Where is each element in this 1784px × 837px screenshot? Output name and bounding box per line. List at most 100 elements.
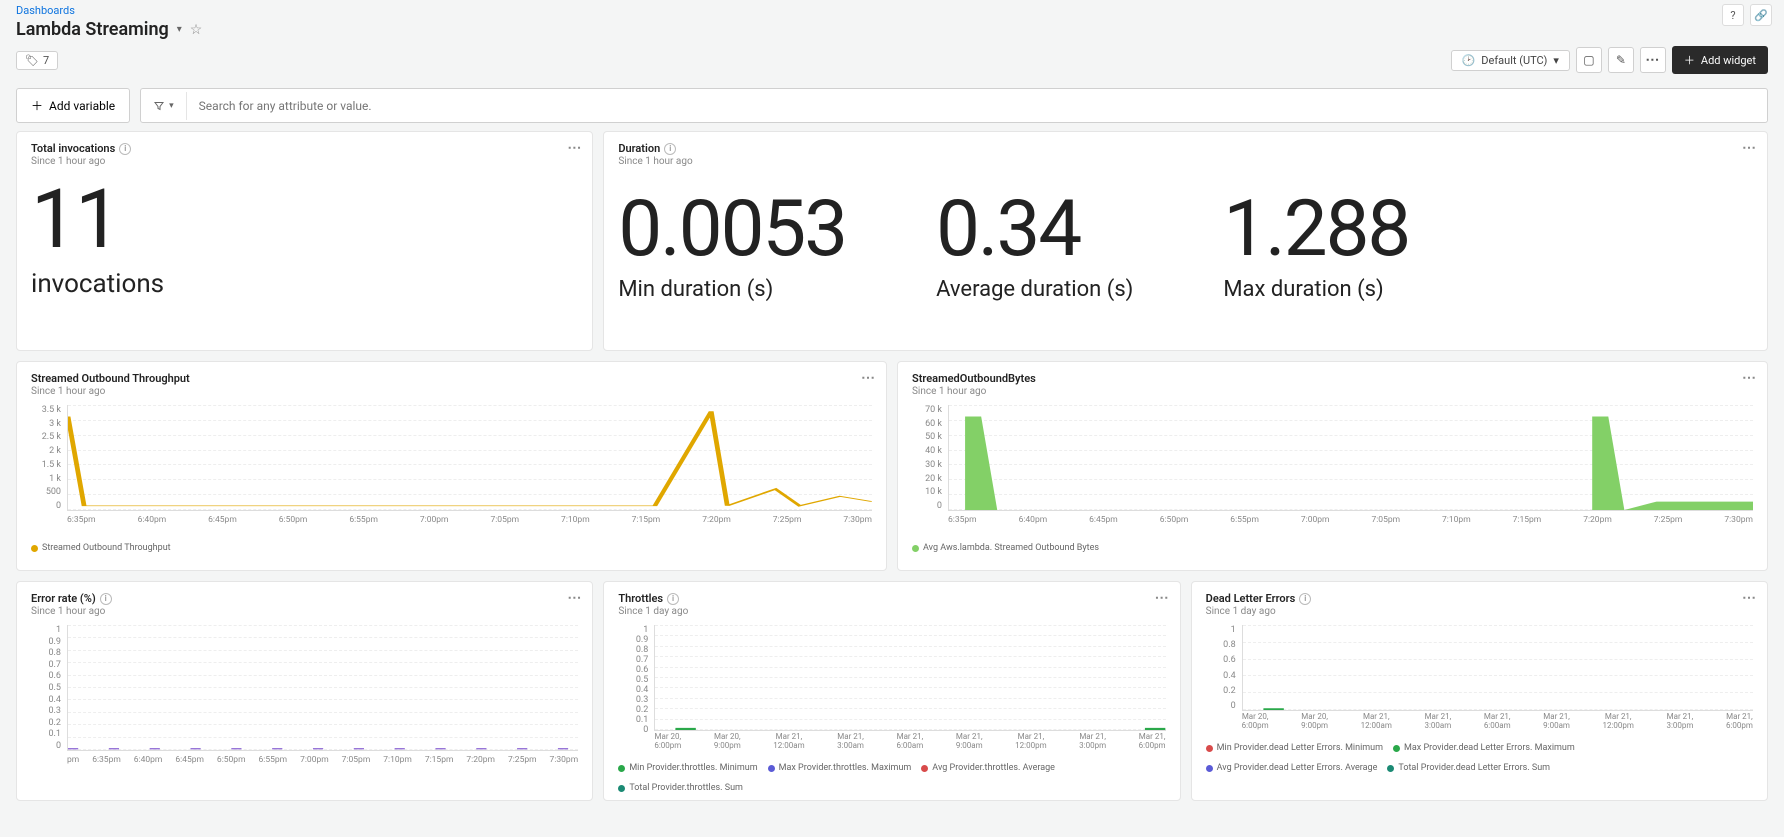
info-icon[interactable]: i xyxy=(1299,593,1311,605)
legend-label: Min Provider.dead Letter Errors. Minimum xyxy=(1217,743,1383,753)
card-title: Error rate (%) xyxy=(31,592,96,605)
add-variable-label: Add variable xyxy=(49,99,115,113)
card-outbound-bytes: ⋯ StreamedOutboundBytes Since 1 hour ago… xyxy=(897,361,1768,571)
card-title: Duration xyxy=(618,142,660,155)
line-chart xyxy=(68,405,872,510)
info-icon[interactable]: i xyxy=(664,143,676,155)
card-menu-button[interactable]: ⋯ xyxy=(567,140,582,156)
search-input[interactable] xyxy=(187,91,1767,121)
chart-area[interactable]: 3.5 k3 k2.5 k2 k1.5 k1 k5000 6:35pm6:40p… xyxy=(31,405,872,525)
metric-avg-label: Average duration (s) xyxy=(936,277,1133,302)
card-menu-button[interactable]: ⋯ xyxy=(1155,590,1170,606)
legend-label: Streamed Outbound Throughput xyxy=(42,543,171,553)
star-icon[interactable]: ☆ xyxy=(190,22,203,38)
plus-icon: ＋ xyxy=(1684,52,1695,68)
chart-legend: Min Provider.throttles. Minimum Max Prov… xyxy=(618,763,1165,793)
metric-min-label: Min duration (s) xyxy=(618,277,846,302)
card-menu-button[interactable]: ⋯ xyxy=(1742,370,1757,386)
legend-label: Total Provider.dead Letter Errors. Sum xyxy=(1398,763,1550,773)
y-axis: 3.5 k3 k2.5 k2 k1.5 k1 k5000 xyxy=(31,405,65,511)
info-icon[interactable]: i xyxy=(100,593,112,605)
card-duration: ⋯ Duration i Since 1 hour ago 0.0053 Min… xyxy=(603,131,1768,351)
help-icon[interactable]: ? xyxy=(1722,4,1744,26)
tags-button[interactable]: 🏷 7 xyxy=(16,51,58,70)
time-range-picker[interactable]: 🕑 Default (UTC) ▾ xyxy=(1451,50,1570,71)
legend-label: Min Provider.throttles. Minimum xyxy=(629,763,757,773)
line-chart xyxy=(655,625,1165,730)
legend-dot xyxy=(31,545,38,552)
info-icon[interactable]: i xyxy=(119,143,131,155)
card-menu-button[interactable]: ⋯ xyxy=(861,370,876,386)
tv-mode-icon[interactable]: ▢ xyxy=(1576,47,1602,73)
card-subtitle: Since 1 hour ago xyxy=(31,156,578,167)
line-chart xyxy=(68,625,578,750)
metric-label: invocations xyxy=(31,269,578,299)
card-throughput: ⋯ Streamed Outbound Throughput Since 1 h… xyxy=(16,361,887,571)
filter-bar: ▾ xyxy=(140,88,1768,123)
legend-dot xyxy=(1206,745,1213,752)
card-subtitle: Since 1 day ago xyxy=(1206,606,1753,617)
link-icon[interactable]: 🔗 xyxy=(1750,4,1772,26)
metric-max-label: Max duration (s) xyxy=(1223,277,1409,302)
card-subtitle: Since 1 hour ago xyxy=(31,606,578,617)
filter-icon[interactable]: ▾ xyxy=(141,92,187,120)
x-axis: pm6:35pm6:40pm6:45pm6:50pm6:55pm7:00pm7:… xyxy=(67,755,578,765)
card-subtitle: Since 1 day ago xyxy=(618,606,1165,617)
card-throttles: ⋯ Throttles i Since 1 day ago 10.90.80.7… xyxy=(603,581,1180,801)
card-title: Total invocations xyxy=(31,142,115,155)
chart-area[interactable]: 70 k60 k50 k40 k30 k20 k10 k0 6:35pm6:40… xyxy=(912,405,1753,525)
metric-min-value: 0.0053 xyxy=(618,191,846,269)
add-widget-label: Add widget xyxy=(1701,54,1756,67)
legend-dot xyxy=(768,765,775,772)
legend-dot xyxy=(912,545,919,552)
metric-avg-value: 0.34 xyxy=(936,191,1133,269)
card-menu-button[interactable]: ⋯ xyxy=(1742,590,1757,606)
chart-legend: Avg Aws.lambda. Streamed Outbound Bytes xyxy=(912,543,1753,553)
line-chart xyxy=(1243,625,1753,710)
plus-icon: ＋ xyxy=(31,97,43,114)
legend-label: Avg Provider.throttles. Average xyxy=(932,763,1055,773)
card-total-invocations: ⋯ Total invocations i Since 1 hour ago 1… xyxy=(16,131,593,351)
chart-legend: Streamed Outbound Throughput xyxy=(31,543,872,553)
metric-value: 11 xyxy=(31,179,578,261)
tag-count: 7 xyxy=(43,54,49,67)
info-icon[interactable]: i xyxy=(667,593,679,605)
legend-label: Avg Provider.dead Letter Errors. Average xyxy=(1217,763,1378,773)
add-widget-button[interactable]: ＋ Add widget xyxy=(1672,46,1768,74)
card-subtitle: Since 1 hour ago xyxy=(618,156,1753,167)
x-axis: Mar 20,6:00pmMar 20,9:00pmMar 21,12:00am… xyxy=(1242,713,1753,731)
card-menu-button[interactable]: ⋯ xyxy=(567,590,582,606)
add-variable-button[interactable]: ＋ Add variable xyxy=(16,88,130,123)
time-range-label: Default (UTC) xyxy=(1481,54,1547,67)
chart-area[interactable]: 10.90.80.70.60.50.40.30.20.10 Mar 20,6:0… xyxy=(618,625,1165,745)
card-title: Throttles xyxy=(618,592,663,605)
legend-dot xyxy=(921,765,928,772)
legend-label: Avg Aws.lambda. Streamed Outbound Bytes xyxy=(923,543,1099,553)
chevron-down-icon: ▾ xyxy=(169,101,174,111)
x-axis: Mar 20,6:00pmMar 20,9:00pmMar 21,12:00am… xyxy=(654,733,1165,751)
more-menu-button[interactable]: ⋯ xyxy=(1640,47,1666,73)
edit-icon[interactable]: ✎ xyxy=(1608,47,1634,73)
card-error-rate: ⋯ Error rate (%) i Since 1 hour ago 10.9… xyxy=(16,581,593,801)
card-menu-button[interactable]: ⋯ xyxy=(1742,140,1757,156)
metric-max-value: 1.288 xyxy=(1223,191,1409,269)
legend-label: Total Provider.throttles. Sum xyxy=(629,783,743,793)
area-chart xyxy=(949,405,1753,510)
x-axis: 6:35pm6:40pm6:45pm6:50pm6:55pm7:00pm7:05… xyxy=(948,515,1753,525)
chart-area[interactable]: 10.90.80.70.60.50.40.30.20.10 pm6:35pm6:… xyxy=(31,625,578,765)
y-axis: 10.90.80.70.60.50.40.30.20.10 xyxy=(31,625,65,751)
legend-dot xyxy=(1387,765,1394,772)
card-title: Dead Letter Errors xyxy=(1206,592,1296,605)
chart-area[interactable]: 10.80.60.40.20 Mar 20,6:00pmMar 20,9:00p… xyxy=(1206,625,1753,725)
card-subtitle: Since 1 hour ago xyxy=(31,386,872,397)
clock-icon: 🕑 xyxy=(1462,54,1476,67)
chevron-down-icon: ▾ xyxy=(1553,54,1559,67)
legend-label: Max Provider.throttles. Maximum xyxy=(779,763,912,773)
legend-label: Max Provider.dead Letter Errors. Maximum xyxy=(1404,743,1575,753)
breadcrumb[interactable]: Dashboards xyxy=(16,4,1768,17)
chevron-down-icon[interactable]: ▾ xyxy=(177,24,182,35)
tag-icon: 🏷 xyxy=(25,54,39,67)
y-axis: 10.90.80.70.60.50.40.30.20.10 xyxy=(618,625,652,731)
card-title: Streamed Outbound Throughput xyxy=(31,372,190,385)
y-axis: 70 k60 k50 k40 k30 k20 k10 k0 xyxy=(912,405,946,511)
